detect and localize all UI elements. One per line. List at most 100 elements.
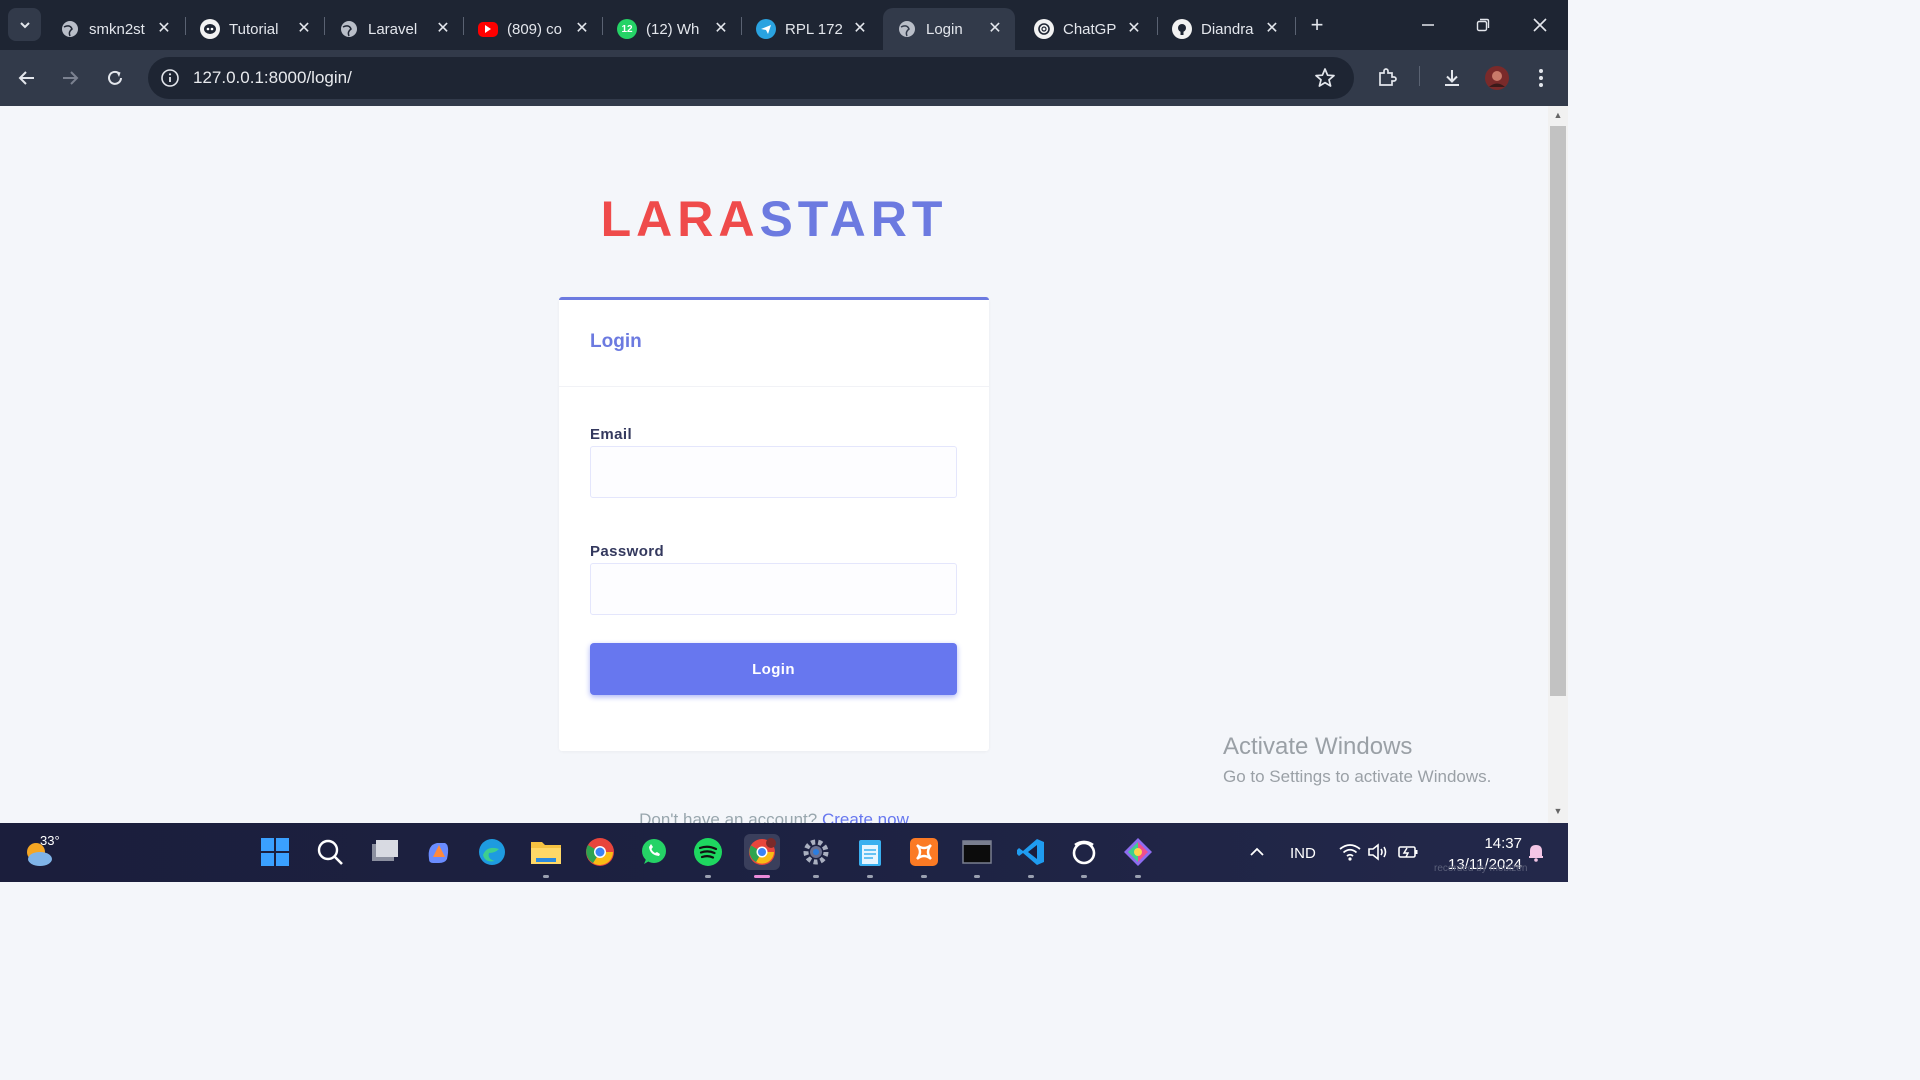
tab-login[interactable]: Login ✕ <box>883 8 1015 50</box>
forward-button[interactable] <box>55 63 85 93</box>
signup-prompt: Don't have an account? Create now <box>0 810 1548 823</box>
email-field[interactable] <box>590 446 957 498</box>
close-icon[interactable]: ✕ <box>850 18 870 38</box>
site-info-icon[interactable] <box>160 68 180 93</box>
close-icon[interactable]: ✕ <box>294 18 314 38</box>
weather-temperature: 33° <box>40 833 60 848</box>
new-tab-button[interactable]: + <box>1303 12 1331 37</box>
brand-part-lara: LARA <box>600 191 760 247</box>
tab-whatsapp[interactable]: 12 (12) Wh ✕ <box>603 8 741 50</box>
back-button[interactable] <box>12 63 42 93</box>
restore-icon <box>1476 18 1490 32</box>
running-indicator <box>1135 875 1141 878</box>
chrome-profile-button[interactable] <box>744 834 780 870</box>
xampp-button[interactable] <box>908 836 940 868</box>
tab-search-button[interactable] <box>8 8 41 41</box>
profile-avatar[interactable] <box>1482 63 1512 93</box>
chrome-button[interactable] <box>584 836 616 868</box>
recorder-watermark: recorded by mobizen <box>1434 863 1528 874</box>
terminal-button[interactable] <box>961 836 993 868</box>
tab-telegram[interactable]: RPL 172 ✕ <box>742 8 880 50</box>
close-icon[interactable]: ✕ <box>433 18 453 38</box>
copilot-button[interactable] <box>422 836 454 868</box>
tab-title: RPL 172 <box>785 20 843 38</box>
tab-smkn2st[interactable]: smkn2st ✕ <box>46 8 184 50</box>
whatsapp-icon <box>642 839 666 864</box>
create-account-link[interactable]: Create now <box>822 810 909 823</box>
tray-overflow-button[interactable] <box>1241 836 1273 868</box>
spotify-icon <box>694 838 722 866</box>
running-indicator <box>974 875 980 878</box>
bookmark-star-icon[interactable] <box>1314 67 1336 94</box>
close-window-button[interactable] <box>1523 10 1557 40</box>
downloads-button[interactable] <box>1437 63 1467 93</box>
obs-button[interactable] <box>1068 836 1100 868</box>
watermark-subtitle: Go to Settings to activate Windows. <box>1223 767 1492 786</box>
running-indicator <box>705 875 711 878</box>
wifi-icon <box>1339 844 1361 861</box>
close-icon <box>1533 18 1547 32</box>
address-bar[interactable]: 127.0.0.1:8000/login/ <box>148 57 1354 99</box>
edge-button[interactable] <box>476 836 508 868</box>
scroll-down-icon[interactable]: ▼ <box>1552 806 1564 818</box>
minimize-button[interactable] <box>1411 10 1445 40</box>
vscode-button[interactable] <box>1015 836 1047 868</box>
card-title: Login <box>559 300 989 387</box>
restore-button[interactable] <box>1466 10 1500 40</box>
password-label: Password <box>590 543 665 560</box>
close-icon[interactable]: ✕ <box>1262 18 1282 38</box>
login-button[interactable]: Login <box>590 643 957 695</box>
login-page: LARASTART Login Email Password Login Don… <box>0 106 1548 823</box>
tab-chatgpt[interactable]: ChatGP ✕ <box>1020 8 1154 50</box>
scrollbar-thumb[interactable] <box>1550 126 1566 696</box>
page-scrollbar[interactable]: ▲ ▼ <box>1548 106 1568 823</box>
close-icon[interactable]: ✕ <box>711 18 731 38</box>
tab-bar: smkn2st ✕ Tutorial ✕ Laravel ✕ (809) co … <box>0 0 1568 50</box>
chrome-icon <box>586 838 614 866</box>
globe-icon <box>339 19 359 39</box>
whatsapp-button[interactable] <box>638 836 670 868</box>
extensions-button[interactable] <box>1372 63 1402 93</box>
signup-text: Don't have an account? <box>639 810 818 823</box>
git-tool-button[interactable] <box>1122 836 1154 868</box>
notepad-button[interactable] <box>854 836 886 868</box>
spotify-button[interactable] <box>692 836 724 868</box>
task-view-button[interactable] <box>368 836 400 868</box>
chrome-icon <box>749 838 776 865</box>
start-button[interactable] <box>259 836 291 868</box>
reload-button[interactable] <box>100 63 130 93</box>
battery-status[interactable] <box>1392 836 1424 868</box>
tab-youtube[interactable]: (809) co ✕ <box>464 8 602 50</box>
tab-title: ChatGP <box>1063 20 1117 38</box>
youtube-icon <box>478 21 498 37</box>
close-icon[interactable]: ✕ <box>572 18 592 38</box>
folder-icon <box>531 842 561 864</box>
telegram-icon <box>756 19 776 39</box>
battery-charging-icon <box>1398 846 1418 858</box>
file-explorer-button[interactable] <box>530 836 562 868</box>
settings-button[interactable] <box>800 836 832 868</box>
close-icon[interactable]: ✕ <box>985 18 1005 38</box>
volume-status[interactable] <box>1362 836 1394 868</box>
menu-button[interactable] <box>1526 63 1556 93</box>
tab-laravel[interactable]: Laravel ✕ <box>325 8 463 50</box>
openai-icon <box>1034 19 1054 39</box>
watermark-title: Activate Windows <box>1223 733 1413 760</box>
vscode-icon <box>1017 839 1044 865</box>
tab-tutorial[interactable]: Tutorial ✕ <box>186 8 324 50</box>
taskbar-search-button[interactable] <box>314 836 346 868</box>
close-icon[interactable]: ✕ <box>154 18 174 38</box>
puzzle-icon <box>1379 68 1397 86</box>
password-field[interactable] <box>590 563 957 615</box>
arrow-left-icon <box>18 71 34 85</box>
close-icon[interactable]: ✕ <box>1124 18 1144 38</box>
brand-part-start: START <box>759 191 948 247</box>
browser-toolbar: 127.0.0.1:8000/login/ <box>0 50 1568 106</box>
running-indicator <box>1028 875 1034 878</box>
language-indicator[interactable]: IND <box>1290 845 1316 862</box>
copilot-icon <box>428 843 449 863</box>
chevron-down-icon <box>19 21 30 28</box>
tab-github[interactable]: Diandra ✕ <box>1158 8 1292 50</box>
scroll-up-icon[interactable]: ▲ <box>1552 110 1564 122</box>
globe-icon <box>897 19 917 39</box>
